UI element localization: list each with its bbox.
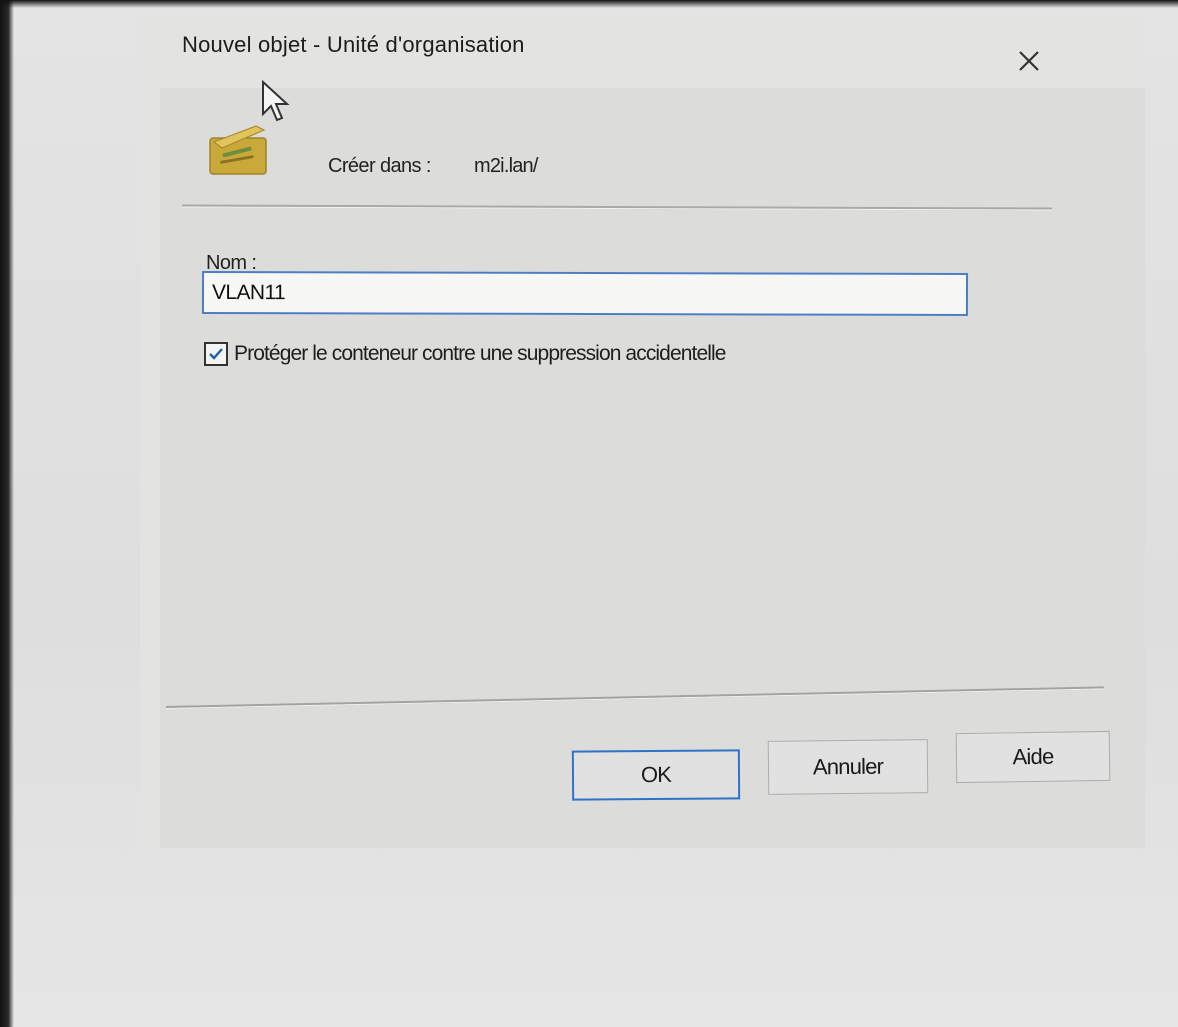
ok-button[interactable]: OK [571,749,741,801]
protect-checkbox-row[interactable]: Protéger le conteneur contre une suppres… [204,342,726,366]
help-button[interactable]: Aide [955,730,1111,784]
dialog-title: Nouvel objet - Unité d'organisation [182,32,525,57]
name-input[interactable] [201,270,969,317]
protect-checkbox-label: Protéger le conteneur contre une suppres… [234,342,726,365]
organizational-unit-icon [209,125,267,175]
new-ou-dialog: Nouvel objet - Unité d'organisation Crée… [140,18,1145,848]
create-in-label: Créer dans : [328,155,431,177]
create-in-path: m2i.lan/ [474,155,538,177]
mouse-cursor-icon [262,80,290,122]
cancel-button[interactable]: Annuler [767,739,929,795]
close-icon [1019,51,1039,71]
monitor-bezel-top [0,0,1178,8]
monitor-bezel [0,0,14,1027]
checkmark-icon [209,348,223,360]
close-button[interactable] [1012,46,1046,76]
protect-checkbox[interactable] [204,342,228,366]
